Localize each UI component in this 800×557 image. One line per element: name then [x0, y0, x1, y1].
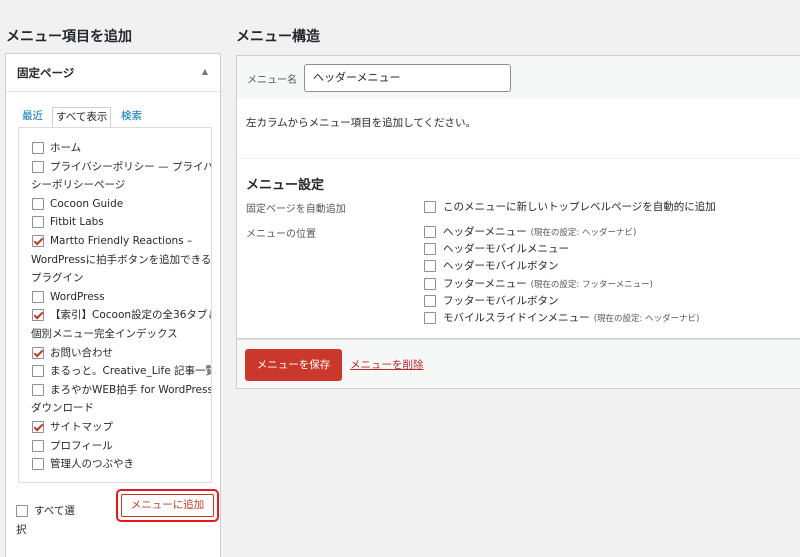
- page-label: 管理人のつぶやき: [50, 458, 134, 471]
- menu-name-label: メニュー名: [247, 75, 297, 86]
- location-checkbox[interactable]: [424, 243, 436, 256]
- delete-menu-link[interactable]: メニューを削除: [350, 357, 424, 372]
- location-label: メニューの位置: [246, 229, 316, 240]
- menu-body: 左カラムからメニュー項目を追加してください。 メニュー設定 固定ページを自動追加…: [236, 99, 800, 339]
- location-label-text: モバイルスライドインメニュー (現在の設定: ヘッダーナビ): [443, 309, 699, 329]
- menu-header-bar: メニュー名 ヘッダーメニュー: [236, 55, 800, 100]
- save-menu-button[interactable]: メニューを保存: [245, 349, 342, 381]
- location-label-text: ヘッダーモバイルボタン: [443, 257, 559, 276]
- page-checkbox[interactable]: [32, 365, 44, 378]
- location-note: (現在の設定: ヘッダーナビ): [530, 228, 637, 238]
- page-checkbox[interactable]: [32, 383, 44, 396]
- location-checkbox[interactable]: [424, 226, 436, 238]
- page-label: ホーム: [50, 142, 82, 154]
- page-label: まるっと。Creative_Life 記事一覧: [50, 365, 212, 378]
- page-checkbox[interactable]: [32, 142, 44, 154]
- page-checkbox[interactable]: [32, 439, 44, 452]
- page-checkbox[interactable]: [32, 458, 44, 471]
- location-name: ヘッダーメニュー: [443, 226, 527, 238]
- accordion-title: 固定ページ: [17, 66, 75, 80]
- page-checkbox[interactable]: [32, 309, 44, 322]
- page-label: Cocoon Guide: [50, 197, 124, 210]
- add-menu-items-heading: メニュー項目を追加: [6, 29, 132, 45]
- location-name: フッターメニュー: [443, 277, 527, 290]
- tab-view-all[interactable]: すべて表示: [52, 107, 112, 128]
- auto-add-option: このメニューに新しいトップレベルページを自動的に追加: [443, 201, 716, 213]
- menu-name-input[interactable]: ヘッダーメニュー: [304, 64, 511, 92]
- menu-footer: メニューを保存 メニューを削除: [236, 339, 800, 389]
- pages-checklist: ホームプライバシーポリシー — プライバシーポリシーページ Cocoon Guid…: [18, 127, 212, 483]
- page-checkbox[interactable]: [32, 160, 44, 173]
- instruction-text: 左カラムからメニュー項目を追加してください。: [246, 117, 477, 129]
- select-all-checkbox[interactable]: [16, 505, 28, 517]
- page-label: WordPress: [50, 290, 105, 303]
- location-checkbox[interactable]: [424, 277, 436, 290]
- pages-panel: 固定ページ ▲ 最近 すべて表示 検索 ホームプライバシーポリシー — プライバ…: [5, 53, 221, 557]
- page-label-cont: ダウンロード: [31, 402, 94, 415]
- page-label: 【索引】Cocoon設定の全36タブ＆: [50, 309, 212, 322]
- location-checkbox[interactable]: [424, 312, 436, 324]
- location-name: ヘッダーモバイルメニュー: [443, 243, 569, 256]
- page-label-cont: シーポリシーページ: [31, 179, 126, 192]
- menu-settings-title: メニュー設定: [246, 178, 325, 193]
- page-label-cont: WordPressに拍手ボタンを追加できる: [31, 253, 212, 266]
- add-to-menu-button[interactable]: メニューに追加: [121, 494, 214, 517]
- location-name: フッターモバイルボタン: [443, 294, 559, 307]
- add-to-menu-highlight: メニューに追加: [116, 489, 219, 522]
- location-note: (現在の設定: ヘッダーナビ): [593, 314, 700, 324]
- auto-add-label: 固定ページを自動追加: [246, 204, 346, 215]
- location-name: ヘッダーモバイルボタン: [443, 260, 559, 273]
- page-checkbox[interactable]: [32, 216, 44, 229]
- page-label-cont: プラグイン: [31, 272, 84, 285]
- pages-accordion-header[interactable]: 固定ページ ▲: [6, 54, 220, 92]
- page-label: プライバシーポリシー — プライバ: [50, 160, 212, 173]
- location-note: (現在の設定: フッターメニュー): [530, 279, 653, 290]
- page-checkbox[interactable]: [32, 421, 44, 433]
- page-label: まろやかWEB拍手 for WordPress: [50, 383, 212, 396]
- page-label: Fitbit Labs: [50, 216, 104, 229]
- location-checkbox[interactable]: [424, 260, 436, 273]
- auto-add-checkbox[interactable]: [424, 201, 436, 213]
- location-checkbox[interactable]: [424, 294, 436, 307]
- page-checkbox[interactable]: [32, 346, 44, 359]
- page-checkbox[interactable]: [32, 235, 44, 247]
- tab-recent[interactable]: 最近: [22, 107, 43, 127]
- collapse-arrow-icon[interactable]: ▲: [202, 67, 208, 76]
- page-label: プロフィール: [50, 439, 113, 452]
- tab-search[interactable]: 検索: [121, 107, 142, 127]
- page-label: お問い合わせ: [50, 346, 113, 359]
- menu-structure-heading: メニュー構造: [236, 29, 320, 45]
- page-checkbox[interactable]: [32, 197, 44, 210]
- select-all-label-cont: 択: [16, 524, 27, 536]
- page-label-cont: 個別メニュー完全インデックス: [31, 327, 178, 340]
- location-label-text: フッターモバイルボタン: [443, 292, 559, 311]
- page-label: サイトマップ: [50, 421, 113, 433]
- page-label: Martto Friendly Reactions –: [50, 235, 193, 247]
- page-checkbox[interactable]: [32, 290, 44, 303]
- location-name: モバイルスライドインメニュー: [443, 312, 590, 324]
- select-all-label: すべて選: [34, 505, 75, 517]
- location-label-text: ヘッダーモバイルメニュー: [443, 240, 569, 259]
